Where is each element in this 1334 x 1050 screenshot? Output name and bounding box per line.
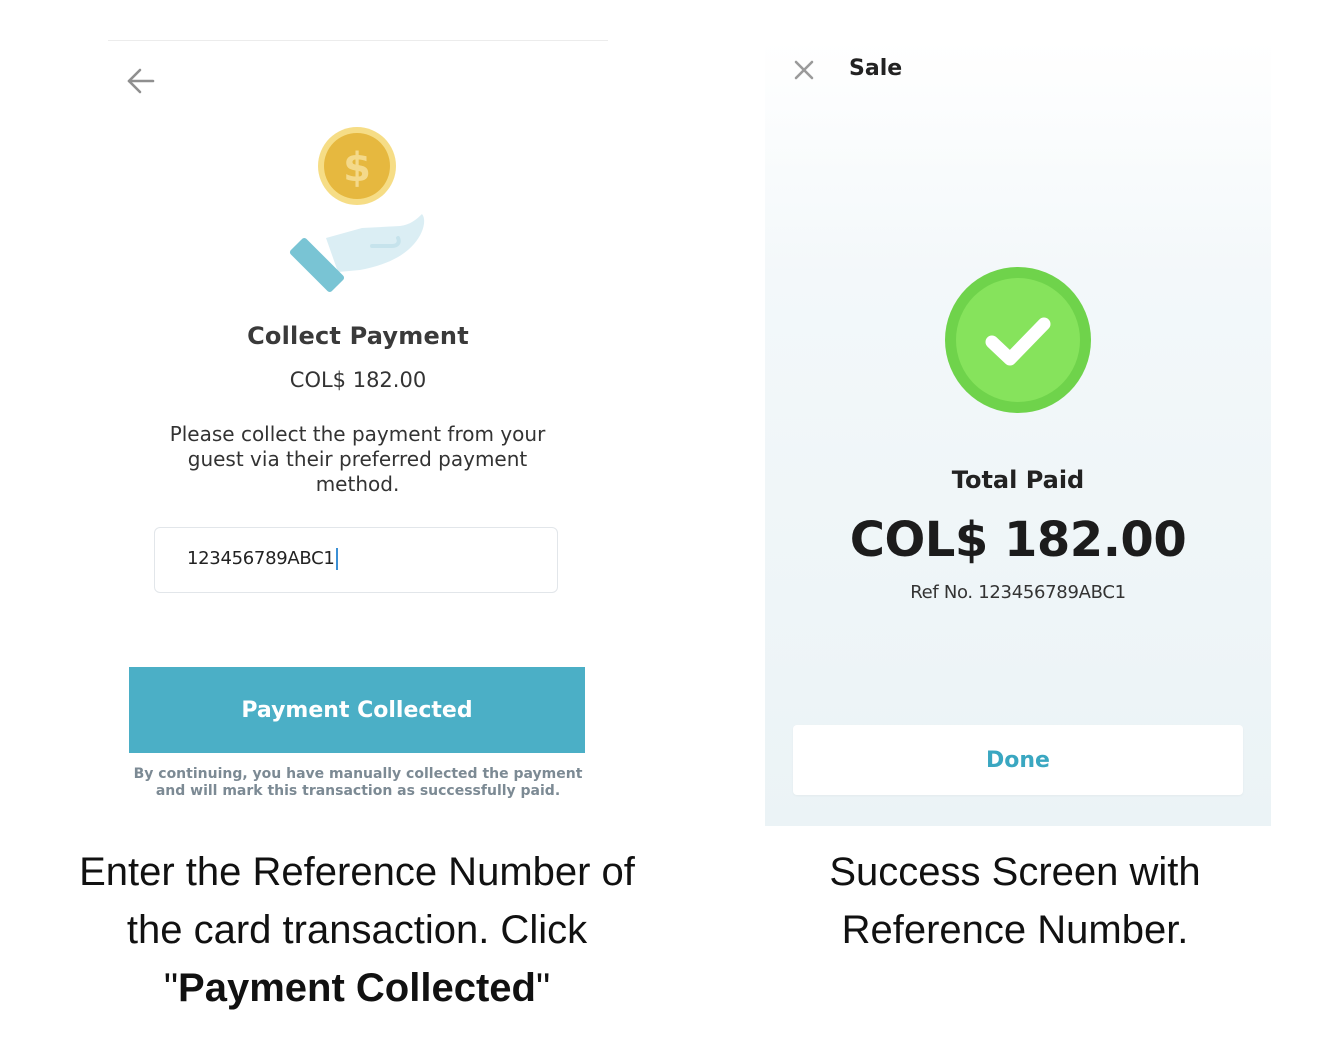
check-circle-icon (944, 266, 1092, 414)
total-paid-amount: COL$ 182.00 (849, 512, 1187, 568)
close-icon[interactable] (792, 58, 816, 82)
disclaimer-text: By continuing, you have manually collect… (133, 766, 583, 799)
sale-success-screen (765, 40, 1271, 826)
instructions-text: Please collect the payment from your gue… (169, 422, 546, 496)
reference-number-label: Ref No. 123456789ABC1 (910, 582, 1126, 603)
done-button[interactable]: Done (793, 725, 1243, 795)
left-caption-bold: Payment Collected (178, 966, 536, 1010)
dollar-coin-icon: $ (318, 127, 396, 205)
left-caption: Enter the Reference Number of the card t… (60, 843, 654, 1017)
reference-number-value[interactable]: 123456789ABC1 (187, 548, 338, 570)
left-caption-text: Enter the Reference Number of the card t… (79, 850, 635, 952)
left-caption-quote-close: " (535, 966, 551, 1010)
amount-due: COL$ 182.00 (289, 368, 427, 392)
hand-with-coin-illustration: $ (282, 126, 432, 298)
back-arrow-icon[interactable] (124, 64, 158, 98)
right-caption: Success Screen with Reference Number. (829, 850, 1201, 952)
page-title: Collect Payment (247, 322, 469, 350)
text-cursor (335, 548, 338, 570)
reference-number-text: 123456789ABC1 (187, 548, 335, 569)
left-caption-quote-open: " (163, 966, 179, 1010)
top-divider (108, 40, 608, 41)
total-paid-label: Total Paid (951, 466, 1085, 494)
header-title: Sale (849, 56, 903, 81)
open-hand-icon (289, 214, 425, 293)
svg-text:$: $ (343, 145, 371, 191)
payment-collected-button[interactable]: Payment Collected (129, 667, 585, 753)
